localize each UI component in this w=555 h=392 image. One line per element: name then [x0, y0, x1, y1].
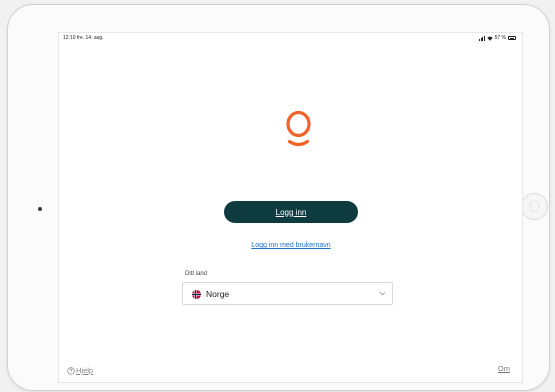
country-select[interactable]: Norge	[182, 282, 393, 305]
chevron-down-icon	[379, 291, 386, 296]
battery-icon	[508, 36, 516, 40]
login-with-username-link[interactable]: Logg inn med brukernavn	[224, 242, 358, 249]
status-time: 12:10 fre. 14. aug.	[63, 35, 104, 41]
front-camera	[38, 207, 42, 211]
tablet-frame: 12:10 fre. 14. aug. 57 % Logg inn Logg i…	[7, 4, 550, 391]
home-button[interactable]	[521, 193, 548, 220]
help-label: Hjelp	[76, 366, 94, 375]
wifi-icon	[486, 36, 493, 41]
home-button-glyph	[530, 201, 539, 212]
orange-smile-logo-icon	[286, 110, 311, 147]
signal-icon	[479, 36, 485, 41]
battery-percent: 57 %	[494, 35, 506, 41]
app-screen: 12:10 fre. 14. aug. 57 % Logg inn Logg i…	[58, 32, 523, 383]
help-icon	[67, 366, 75, 375]
login-button[interactable]: Logg inn	[224, 201, 358, 223]
selected-country: Norge	[206, 289, 230, 299]
about-link[interactable]: Om	[498, 364, 510, 373]
help-link[interactable]: Hjelp	[67, 366, 93, 375]
status-bar: 12:10 fre. 14. aug. 57 %	[59, 33, 522, 43]
status-indicators: 57 %	[479, 33, 516, 43]
country-label: Ditt land	[185, 271, 208, 277]
norway-flag-icon	[192, 290, 201, 299]
